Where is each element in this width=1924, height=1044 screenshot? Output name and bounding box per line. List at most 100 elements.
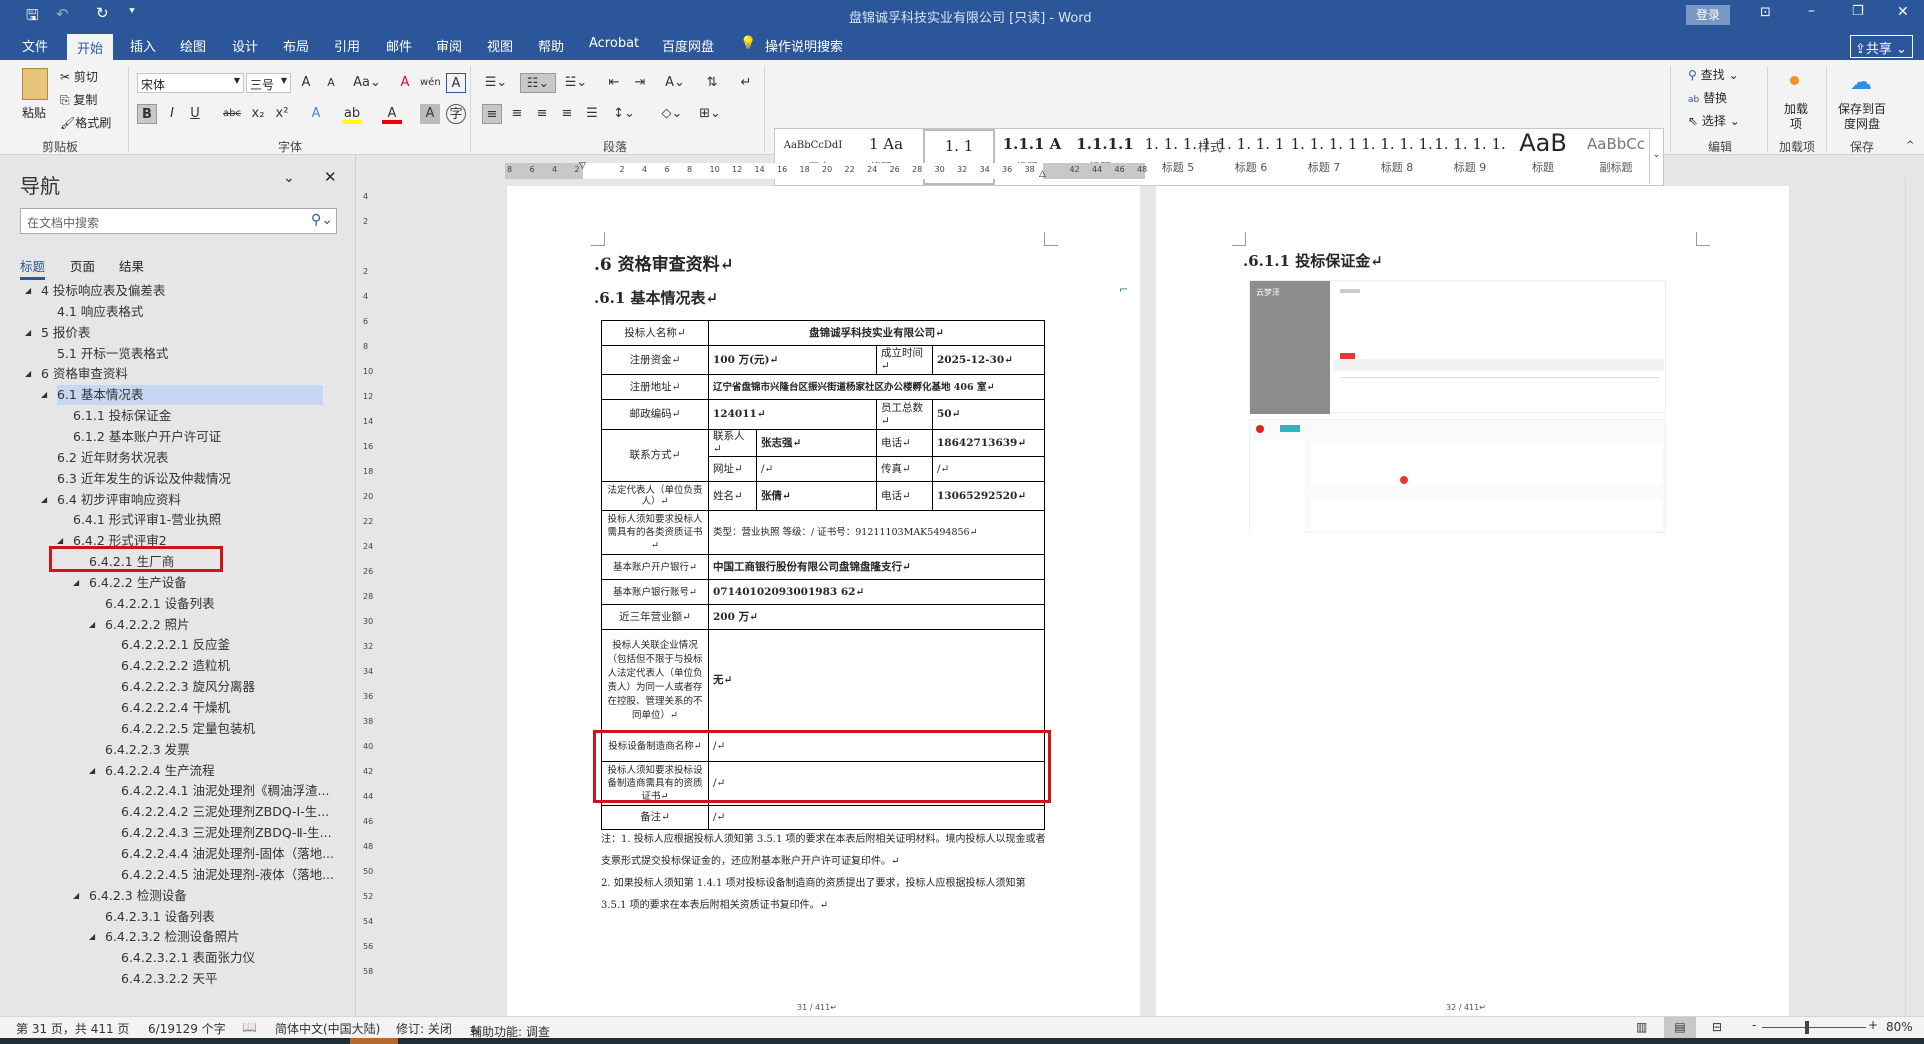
nav-heading-item[interactable]: 6.4.2.2.4.2 三泥处理剂ZBDQ-Ⅰ-生... [0,802,330,822]
find-button[interactable]: ⚲ 查找 ⌄ [1688,66,1739,83]
zoom-level[interactable]: 80% [1886,1020,1913,1034]
bold-button[interactable]: B [137,104,157,124]
style-item[interactable]: 1. 1. 1. 1. 标题 8 [1361,129,1433,185]
decrease-indent-icon[interactable]: ⇤ [604,73,624,93]
nav-heading-item[interactable]: 5.1 开标一览表格式 [0,344,330,364]
nav-heading-item[interactable]: ◢ 6.4.2.2 生产设备 [0,573,330,593]
undo-icon[interactable]: ↶ [56,5,69,23]
nav-heading-item[interactable]: 4.1 响应表格式 [0,302,330,322]
nav-heading-item[interactable]: 6.2 近年财务状况表 [0,448,330,468]
first-line-indent-marker[interactable]: ▽ [579,161,586,171]
collapse-ribbon-icon[interactable]: ^ [1906,140,1914,151]
numbering-icon[interactable]: ☷⌄ [520,73,556,93]
nav-heading-item[interactable]: 6.4.2.2.3 发票 [0,740,330,760]
minimize-icon[interactable]: – [1808,3,1815,19]
style-item[interactable]: 1. 1. 1. 1. 标题 9 [1434,129,1506,185]
nav-heading-item[interactable]: 6.4.2.2.4.3 三泥处理剂ZBDQ-Ⅱ-生... [0,823,332,843]
nav-heading-item[interactable]: ◢ 6.4 初步评审响应资料 [0,490,330,510]
zoom-in-icon[interactable]: + [1868,1018,1878,1032]
paste-icon[interactable] [22,68,48,100]
word-count[interactable]: 6/19129 个字 [148,1020,226,1037]
nav-heading-item[interactable]: 6.1.1 投标保证金 [0,406,330,426]
nav-tab-pages[interactable]: 页面 [70,256,95,275]
enclose-character-icon[interactable]: 字 [446,104,466,124]
nav-heading-item[interactable]: ◢ 4 投标响应表及偏差表 [0,281,330,301]
text-effects-icon[interactable]: A [306,104,326,124]
collapse-arrow-icon[interactable]: ◢ [25,364,31,384]
italic-button[interactable]: I [162,104,182,124]
nav-heading-item[interactable]: ◢ 5 报价表 [0,323,330,343]
strikethrough-button[interactable]: abc [222,104,242,124]
read-mode-icon[interactable]: ▥ [1636,1020,1647,1034]
close-icon[interactable]: ✕ [1897,4,1909,20]
tab-references[interactable]: 引用 [334,36,360,55]
search-icon[interactable]: ⚲⌄ [311,212,333,228]
proofing-icon[interactable]: 📖 [242,1020,257,1034]
tab-mailings[interactable]: 邮件 [386,36,412,55]
share-button[interactable]: ⇪共享 ⌄ [1850,35,1913,58]
nav-heading-item[interactable]: 6.4.2.2.4.5 油泥处理剂-液体（落地... [0,865,334,885]
nav-heading-item[interactable]: 6.4.2.2.2.5 定量包装机 [0,719,330,739]
customize-icon[interactable]: ⯆ [128,6,136,17]
comment-icon[interactable]: ⌐ [1119,283,1128,296]
style-item[interactable]: 1. 1. 1. 1 标题 7 [1288,129,1360,185]
font-color-icon[interactable]: A [382,104,402,124]
login-button[interactable]: 登录 [1686,5,1730,25]
paste-button[interactable]: 粘贴 [22,104,46,121]
collapse-arrow-icon[interactable]: ◢ [89,927,95,947]
tab-design[interactable]: 设计 [232,36,258,55]
format-painter-button[interactable]: 🖌格式刷 [60,114,111,131]
nav-search-input[interactable]: 在文档中搜索 ⚲⌄ [20,208,337,234]
right-indent-marker[interactable]: △ [1039,169,1046,179]
nav-heading-item[interactable]: 6.4.2.3.1 设备列表 [0,907,330,927]
collapse-arrow-icon[interactable]: ◢ [41,490,47,510]
nav-heading-item[interactable]: 6.4.2.2.2.1 反应釜 [0,635,330,655]
nav-tab-results[interactable]: 结果 [119,256,144,275]
cut-button[interactable]: ✂ 剪切 [60,68,98,85]
zoom-slider-thumb[interactable] [1805,1021,1810,1034]
shading-icon[interactable]: ◇⌄ [658,104,686,124]
zoom-out-icon[interactable]: - [1752,1018,1756,1032]
chinese-layout-icon[interactable]: A⌄ [660,73,690,93]
language[interactable]: 简体中文(中国大陆) [275,1020,380,1037]
sort-icon[interactable]: ⇅ [702,73,722,93]
character-border-icon[interactable]: A [446,73,466,93]
page-count[interactable]: 第 31 页，共 411 页 [16,1020,129,1037]
highlight-color-icon[interactable]: ab [342,104,362,124]
tab-insert[interactable]: 插入 [130,36,156,55]
show-marks-icon[interactable]: ↵ [736,73,756,93]
web-layout-icon[interactable]: ⊟ [1712,1020,1722,1034]
multilevel-list-icon[interactable]: ☱⌄ [562,73,590,93]
bullets-icon[interactable]: ☰⌄ [482,73,510,93]
collapse-arrow-icon[interactable]: ◢ [73,573,79,593]
tab-view[interactable]: 视图 [487,36,513,55]
nav-heading-item[interactable]: 6.4.2.2.1 设备列表 [0,594,330,614]
nav-heading-item[interactable]: 6.4.2.3.2.1 表面张力仪 [0,948,330,968]
nav-heading-item[interactable]: ◢ 6.4.2.2.4 生产流程 [0,761,330,781]
nav-options-icon[interactable]: ⌄ [283,170,295,186]
clear-formatting-icon[interactable]: A [395,73,415,93]
nav-heading-item[interactable]: 6.4.2.2.2.3 旋风分离器 [0,677,330,697]
style-item[interactable]: AaB 标题 [1507,129,1579,185]
nav-heading-item[interactable]: 6.4.1 形式评审1-营业执照 [0,510,330,530]
nav-heading-item[interactable]: ◢ 6.4.2.3 检测设备 [0,886,330,906]
tell-me-search[interactable]: 操作说明搜索 [765,36,843,55]
tab-file[interactable]: 文件 [22,36,48,55]
shrink-font-icon[interactable]: A [321,73,341,93]
align-left-button[interactable]: ≡ [482,104,502,124]
font-name-select[interactable]: 宋体 ▼ [137,73,244,93]
ribbon-display-icon[interactable]: ⊡ [1760,5,1771,20]
nav-heading-item[interactable]: 6.1.2 基本账户开户许可证 [0,427,330,447]
nav-heading-item[interactable]: ◢ 6.1 基本情况表 [0,385,330,406]
character-shading-icon[interactable]: A [420,104,440,124]
collapse-arrow-icon[interactable]: ◢ [89,761,95,781]
nav-heading-item[interactable]: 6.4.2.2.4.4 油泥处理剂-固体（落地... [0,844,334,864]
replace-button[interactable]: ab 替换 [1688,89,1727,106]
align-center-button[interactable]: ≡ [507,104,527,124]
save-icon[interactable]: 🖫 [26,5,39,30]
collapse-arrow-icon[interactable]: ◢ [73,886,79,906]
nav-heading-item[interactable]: ◢ 6.4.2.2.2 照片 [0,615,330,635]
subscript-button[interactable]: x₂ [248,104,268,124]
redo-icon[interactable]: ↻ [96,4,109,22]
nav-tab-headings[interactable]: 标题 [20,256,46,280]
